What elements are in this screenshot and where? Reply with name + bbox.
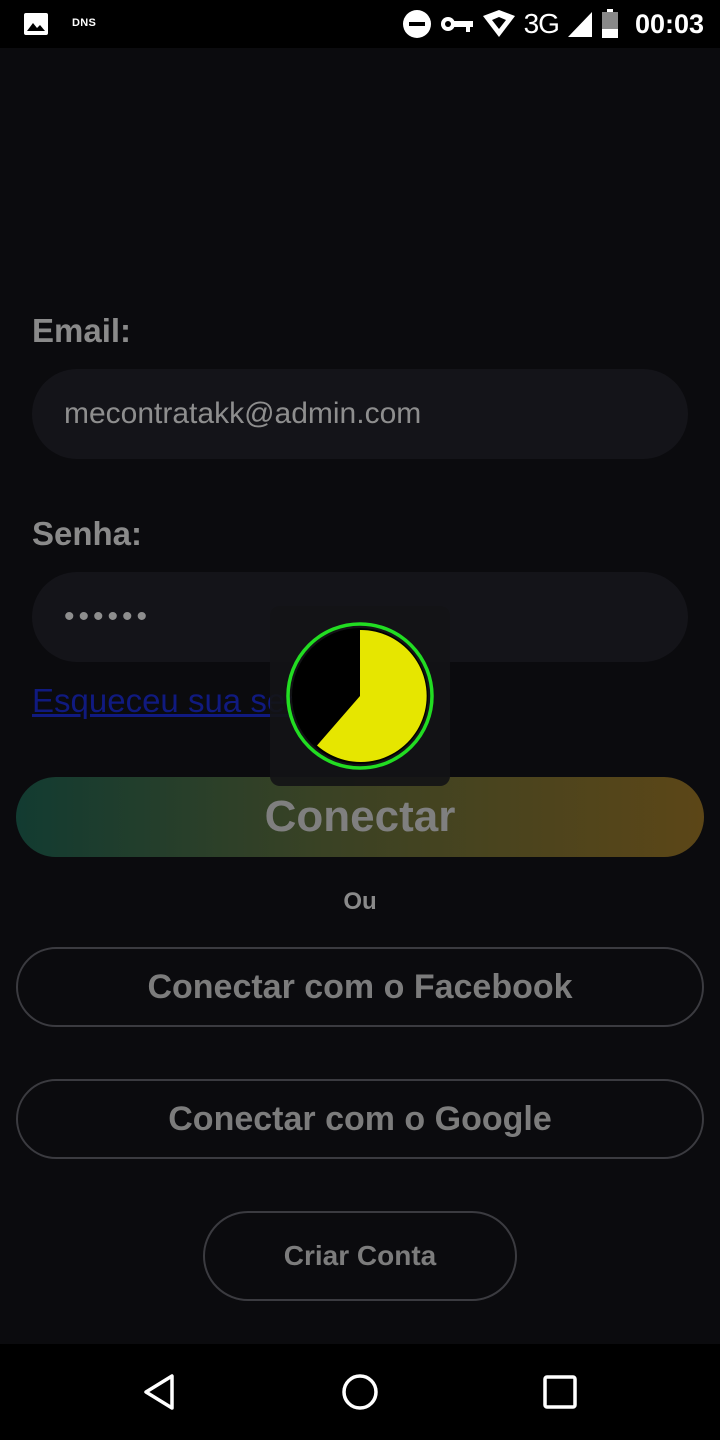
- loading-pie-icon: [286, 622, 434, 770]
- status-bar: DNS 3G 00:03: [0, 0, 720, 48]
- home-icon: [342, 1374, 378, 1410]
- dns-icon: DNS: [72, 17, 97, 29]
- clock: 00:03: [634, 8, 704, 39]
- home-button[interactable]: [336, 1368, 384, 1416]
- image-icon: [24, 13, 48, 35]
- email-field[interactable]: [32, 369, 688, 459]
- recents-icon: [543, 1375, 577, 1409]
- create-account-button[interactable]: Criar Conta: [203, 1211, 517, 1301]
- battery-icon: [601, 9, 618, 38]
- or-divider-text: Ou: [343, 888, 377, 915]
- navigation-bar: [0, 1344, 720, 1440]
- vpn-key-icon: [440, 17, 473, 32]
- wifi-icon: [482, 10, 515, 37]
- password-label: Senha:: [32, 515, 143, 552]
- connect-button[interactable]: Conectar: [16, 777, 704, 857]
- signal-icon: [567, 12, 592, 37]
- password-value: ••••••: [64, 600, 152, 633]
- email-label: Email:: [32, 312, 132, 349]
- back-icon: [144, 1374, 174, 1410]
- network-type: 3G: [523, 8, 560, 39]
- recents-button[interactable]: [536, 1368, 584, 1416]
- status-icons: 3G 00:03: [402, 8, 704, 40]
- google-login-button[interactable]: Conectar com o Google: [16, 1079, 704, 1159]
- loading-overlay: [270, 606, 450, 786]
- do-not-disturb-icon: [402, 10, 431, 38]
- facebook-login-button[interactable]: Conectar com o Facebook: [16, 947, 704, 1027]
- back-button[interactable]: [136, 1368, 184, 1416]
